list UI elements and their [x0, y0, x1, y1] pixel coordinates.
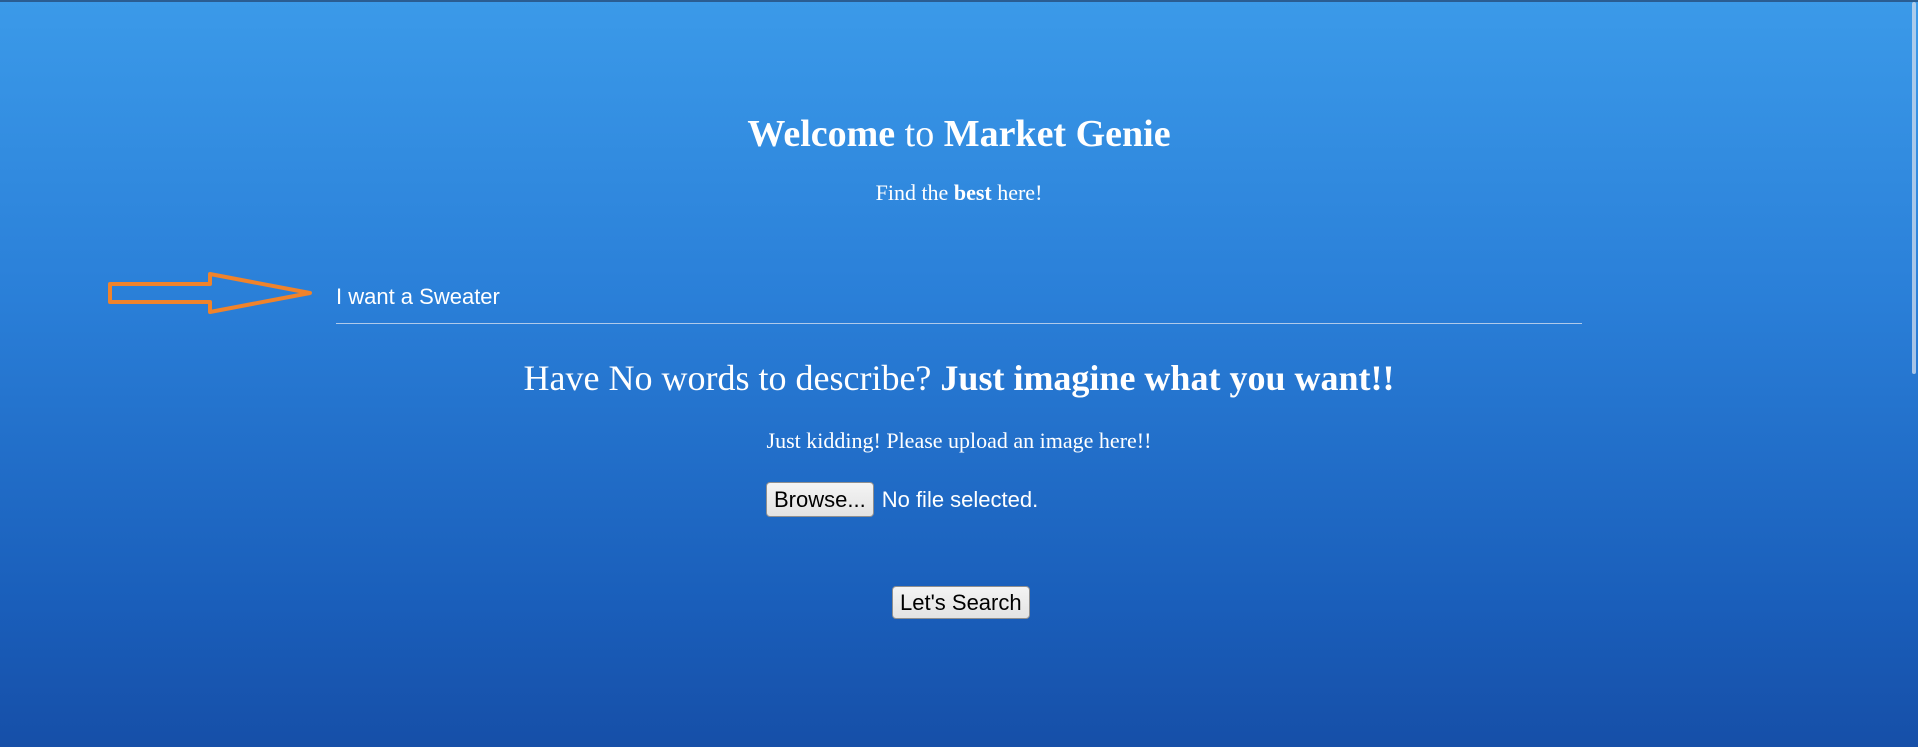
heading-plain: Have No words to describe?	[523, 358, 941, 398]
lets-search-button[interactable]: Let's Search	[892, 586, 1030, 619]
file-upload-control[interactable]: Browse... No file selected.	[766, 482, 1038, 517]
page-title: Welcome to Market Genie	[0, 110, 1918, 158]
subtitle-best: best	[953, 180, 992, 205]
title-to: to	[895, 113, 944, 155]
window-top-edge	[0, 0, 1918, 2]
upload-instructions: Just kidding! Please upload an image her…	[766, 428, 1152, 453]
title-welcome: Welcome	[747, 113, 896, 155]
subtitle-suffix: here!	[991, 180, 1043, 205]
heading-bold: Just imagine what you want!!	[940, 358, 1395, 398]
page-subtitle: Find the best here!	[0, 180, 1918, 206]
search-input[interactable]	[336, 270, 1582, 324]
subtitle-prefix: Find the	[875, 180, 954, 205]
file-status-text: No file selected.	[881, 486, 1039, 512]
title-brand: Market Genie	[943, 113, 1171, 155]
annotation-arrow-icon	[108, 272, 312, 314]
browse-button[interactable]: Browse...	[766, 482, 874, 517]
image-section-heading: Have No words to describe? Just imagine …	[0, 356, 1918, 400]
